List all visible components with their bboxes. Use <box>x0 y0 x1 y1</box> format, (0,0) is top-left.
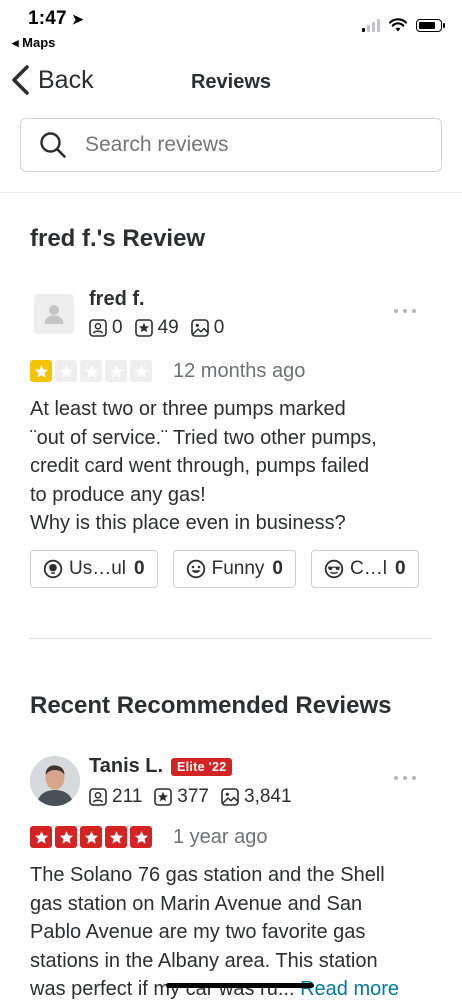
divider <box>0 192 462 193</box>
star-icon <box>105 826 127 848</box>
review-text-line: to produce any gas! <box>30 483 206 506</box>
review-date: 12 months ago <box>173 360 306 382</box>
review-date: 1 year ago <box>173 826 268 848</box>
reviewer-stats: 0 49 0 <box>89 317 236 339</box>
nav-bar: Back Reviews <box>0 58 462 106</box>
star-rating <box>30 360 152 382</box>
star-icon <box>80 826 102 848</box>
reviews-count: 49 <box>157 317 179 338</box>
location-arrow-icon: ➤ <box>71 11 84 27</box>
more-options-button[interactable] <box>394 309 416 313</box>
review-text-line: At least two or three pumps marked <box>30 398 346 420</box>
useful-button[interactable]: Us…ul 0 <box>30 550 158 588</box>
elite-badge: Elite '22 <box>171 758 233 776</box>
cellular-signal-icon <box>362 18 380 32</box>
review-text-line: stations in the Albany area. This statio… <box>30 949 378 972</box>
star-icon <box>55 360 77 382</box>
review-text-line: Pablo Avenue are my two favorite gas <box>30 921 366 943</box>
reviewer-name[interactable]: Tanis L. <box>89 755 163 778</box>
star-icon <box>105 360 127 382</box>
review-text-line: Why is this place even in business? <box>30 512 346 534</box>
star-icon <box>80 360 102 382</box>
smile-icon <box>186 559 205 579</box>
star-icon <box>130 360 152 382</box>
friends-icon <box>89 319 107 337</box>
reviewer-name[interactable]: fred f. <box>89 288 145 311</box>
funny-count: 0 <box>272 558 283 579</box>
user-photo <box>30 756 80 806</box>
cool-count: 0 <box>394 558 406 579</box>
read-more-link[interactable]: Read more <box>300 978 399 1000</box>
star-icon <box>55 826 77 848</box>
more-options-button[interactable] <box>394 776 416 780</box>
section-heading-user-review: fred f.'s Review <box>30 225 206 252</box>
section-heading-recommended: Recent Recommended Reviews <box>30 692 392 719</box>
search-box[interactable] <box>20 118 442 172</box>
status-bar: 1:47 ➤ ◂ Maps <box>0 0 462 54</box>
clock: 1:47 ➤ <box>28 8 84 29</box>
funny-button[interactable]: Funny 0 <box>172 550 296 588</box>
star-icon <box>30 360 52 382</box>
star-icon <box>30 826 52 848</box>
review-text-line: ¨out of service.¨ Tried two other pumps, <box>30 426 377 449</box>
funny-label: Funny <box>211 558 265 579</box>
review-text-line: was perfect if my car was ru... Read mor… <box>30 975 440 1004</box>
reviewer-stats: 211 377 3,841 <box>89 786 304 808</box>
home-indicator[interactable] <box>166 983 314 988</box>
review-text-line: The Solano 76 gas station and the Shell <box>30 864 385 886</box>
friends-icon <box>89 788 107 806</box>
friends-count: 0 <box>112 317 123 338</box>
avatar[interactable] <box>30 756 80 806</box>
search-icon <box>40 132 66 158</box>
review-count-icon <box>154 788 173 806</box>
photos-icon <box>221 788 239 806</box>
review-text-line: credit card went through, pumps failed <box>30 455 370 477</box>
review-text-truncated: was perfect if my car was ru... <box>30 978 295 1000</box>
reaction-buttons: Us…ul 0 Funny 0 C…l 0 <box>30 550 419 588</box>
review-text: At least two or three pumps marked ¨out … <box>30 395 440 538</box>
friends-count: 211 <box>112 786 143 807</box>
battery-icon <box>416 18 445 32</box>
photos-count: 0 <box>213 317 225 338</box>
reviews-count: 377 <box>177 786 209 807</box>
wifi-icon <box>389 18 407 32</box>
cool-button[interactable]: C…l 0 <box>310 550 419 588</box>
status-icons <box>362 18 445 32</box>
cool-label: C…l <box>349 558 387 579</box>
cool-sunglasses-icon <box>324 559 344 579</box>
back-to-maps-link[interactable]: ◂ Maps <box>12 35 55 51</box>
review-text-line: gas station on Marin Avenue and San <box>30 892 363 915</box>
page-title: Reviews <box>190 71 272 93</box>
user-placeholder-icon <box>44 305 64 324</box>
section-divider <box>30 638 432 639</box>
review-count-icon <box>134 319 153 337</box>
lightbulb-icon <box>43 559 63 579</box>
photos-count: 3,841 <box>244 786 292 807</box>
useful-count: 0 <box>134 558 145 579</box>
search-input[interactable] <box>83 132 387 158</box>
avatar[interactable] <box>34 294 74 334</box>
useful-label: Us…ul <box>69 558 127 579</box>
star-icon <box>130 826 152 848</box>
photos-icon <box>190 319 209 337</box>
star-rating <box>30 826 152 848</box>
